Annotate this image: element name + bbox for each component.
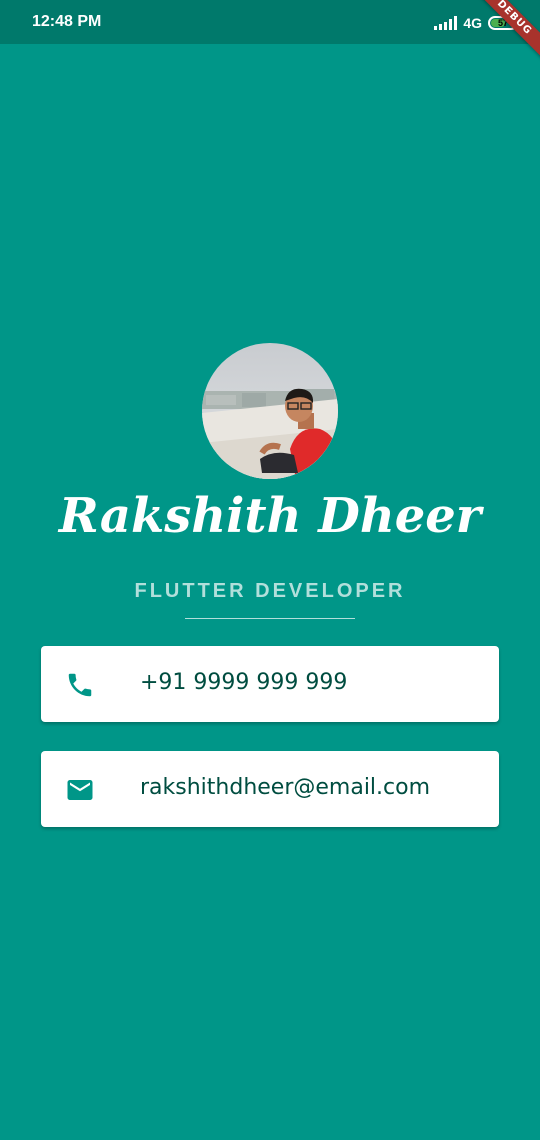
profile-name: Rakshith Dheer <box>58 488 482 544</box>
profile-photo <box>202 343 338 479</box>
phone-card[interactable]: +91 9999 999 999 <box>41 646 499 722</box>
divider <box>185 618 355 619</box>
status-bar: 12:48 PM 4G 57 <box>0 0 540 44</box>
signal-icon <box>434 16 458 30</box>
profile-title: FLUTTER DEVELOPER <box>134 580 406 602</box>
email-address: rakshithdheer@email.com <box>140 775 431 800</box>
avatar <box>202 343 338 479</box>
network-label: 4G <box>463 15 482 31</box>
phone-icon <box>68 673 92 697</box>
mail-icon <box>67 780 93 800</box>
phone-number: +91 9999 999 999 <box>140 670 348 695</box>
status-time: 12:48 PM <box>32 13 102 30</box>
email-card[interactable]: rakshithdheer@email.com <box>41 751 499 827</box>
